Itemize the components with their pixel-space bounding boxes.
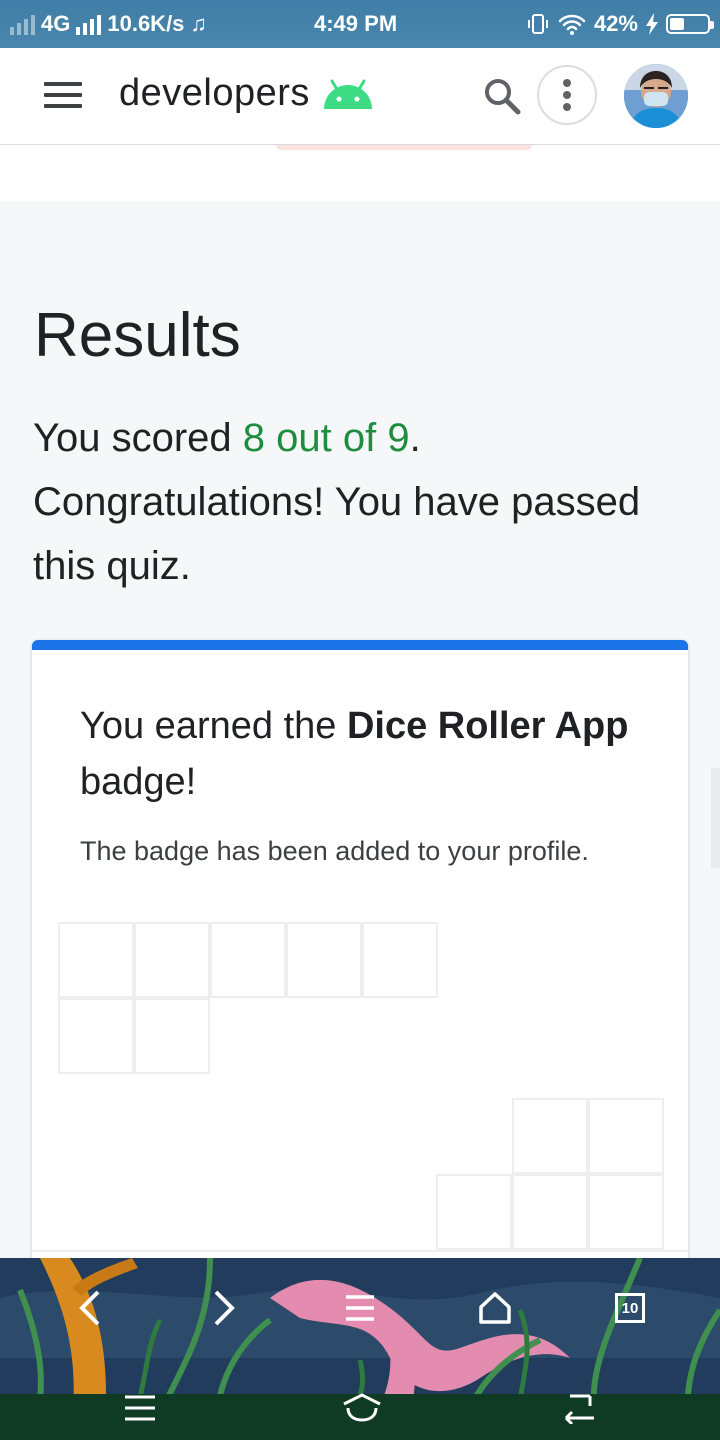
badge-subtitle: The badge has been added to your profile… xyxy=(80,836,589,866)
brand-logo[interactable]: developers xyxy=(119,72,376,115)
search-icon xyxy=(485,79,521,115)
tabs-icon: 10 xyxy=(615,1293,645,1323)
tabs-button[interactable]: 10 xyxy=(600,1280,660,1336)
music-note-icon: ♫ xyxy=(190,11,207,36)
badge-name: Dice Roller App xyxy=(346,705,629,747)
forward-button[interactable] xyxy=(194,1280,254,1336)
browser-toolbar: 10 xyxy=(0,1258,720,1440)
android-logo-icon xyxy=(323,79,372,109)
home-nav-button[interactable] xyxy=(332,1380,392,1436)
back-nav-button[interactable] xyxy=(550,1380,610,1436)
menu-icon xyxy=(44,82,82,86)
network-speed: 10.6K/s xyxy=(107,11,185,36)
badge-suffix: badge! xyxy=(80,761,197,803)
vibrate-icon xyxy=(527,14,548,34)
back-nav-icon xyxy=(564,1394,594,1424)
back-icon xyxy=(79,1290,100,1326)
menu-button[interactable] xyxy=(44,82,82,110)
badge-card: You earned the Dice Roller App badge! Th… xyxy=(32,640,688,1280)
home-button[interactable] xyxy=(465,1280,525,1336)
signal-strength-icon xyxy=(76,13,102,35)
status-bar: 4G 10.6K/s ♫ 4:49 PM 42% xyxy=(0,0,720,48)
forward-icon xyxy=(214,1290,235,1326)
avatar[interactable] xyxy=(624,64,688,128)
back-button[interactable] xyxy=(60,1280,120,1336)
profile-photo xyxy=(624,64,688,128)
more-vert-icon xyxy=(563,79,571,111)
more-options-button[interactable] xyxy=(537,65,597,125)
scrollbar[interactable] xyxy=(711,768,720,868)
results-title: Results xyxy=(34,301,241,370)
network-type: 4G xyxy=(41,11,71,36)
recent-apps-icon xyxy=(125,1395,155,1421)
brand-name: developers xyxy=(119,72,310,114)
charging-icon xyxy=(646,13,658,35)
signal-icon xyxy=(10,13,35,35)
badge-headline: You earned the Dice Roller App badge! xyxy=(80,698,640,810)
search-button[interactable] xyxy=(482,76,522,116)
battery-percent: 42% xyxy=(593,11,638,36)
content-top-strip xyxy=(0,145,720,201)
recent-apps-button[interactable] xyxy=(110,1380,170,1436)
home-nav-icon xyxy=(343,1393,381,1422)
battery-icon xyxy=(666,14,714,34)
home-icon xyxy=(479,1292,511,1324)
card-divider xyxy=(32,1250,688,1252)
wifi-icon xyxy=(558,14,586,35)
browser-menu-button[interactable] xyxy=(330,1280,390,1336)
score-text: You scored 8 out of 9. Congratulations! … xyxy=(33,406,653,598)
score-prefix: You scored xyxy=(33,416,243,460)
app-header: developers xyxy=(0,48,720,145)
badge-prefix: You earned the xyxy=(80,705,347,747)
clock: 4:49 PM xyxy=(314,11,398,36)
score-value: 8 out of 9 xyxy=(242,416,410,460)
menu-lines-icon xyxy=(346,1295,374,1321)
scrolled-banner-edge xyxy=(276,145,532,150)
